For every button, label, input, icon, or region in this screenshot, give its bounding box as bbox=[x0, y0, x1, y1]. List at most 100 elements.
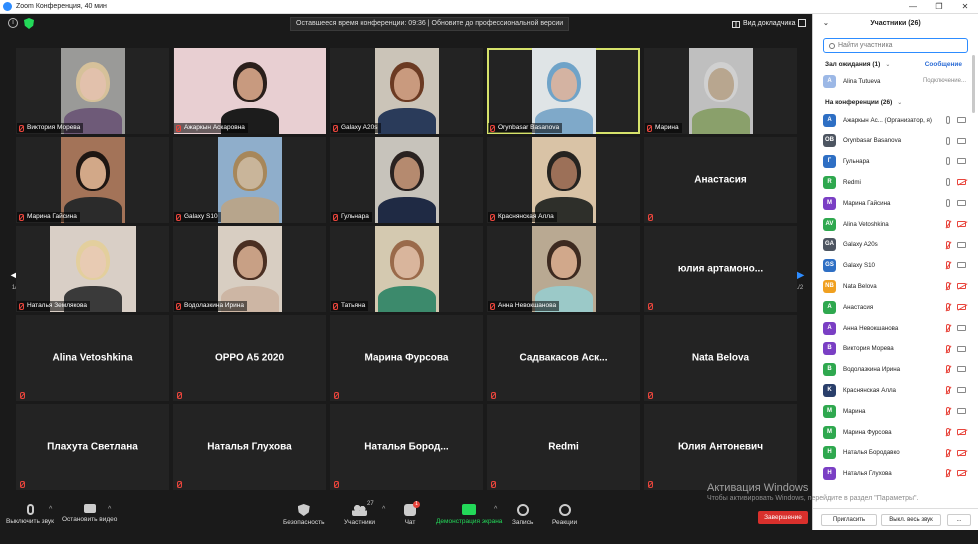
video-tile[interactable]: Марина bbox=[644, 48, 797, 134]
encryption-shield-icon[interactable] bbox=[24, 18, 34, 29]
mic-muted-icon[interactable] bbox=[946, 386, 950, 395]
video-tile[interactable]: Марина Гайсина bbox=[16, 137, 169, 223]
camera-off-icon[interactable] bbox=[957, 449, 966, 456]
participant-row[interactable]: M Марина Гайсина bbox=[813, 193, 978, 214]
participant-row[interactable]: B Водолазкина Ирина bbox=[813, 359, 978, 380]
mic-muted-icon[interactable] bbox=[946, 240, 950, 249]
participant-row[interactable]: NB Nata Belova bbox=[813, 276, 978, 297]
view-mode-button[interactable]: Вид докладчика bbox=[732, 17, 795, 31]
participant-row[interactable]: Г Гульнара bbox=[813, 151, 978, 172]
fullscreen-icon[interactable] bbox=[798, 19, 806, 27]
video-tile[interactable]: Татьяна bbox=[330, 226, 483, 312]
camera-icon[interactable] bbox=[957, 345, 966, 352]
participant-search-input[interactable]: Найти участника bbox=[823, 38, 968, 53]
panel-scrollbar[interactable] bbox=[972, 55, 975, 113]
participants-options-caret[interactable]: ^ bbox=[382, 506, 385, 513]
share-screen-button[interactable]: Демонстрация экрана bbox=[436, 504, 502, 525]
participant-row[interactable]: H Наталья Бородавко bbox=[813, 443, 978, 464]
close-button[interactable]: ✕ bbox=[952, 2, 978, 11]
participant-row[interactable]: AV Alina Vetoshkina bbox=[813, 214, 978, 235]
camera-icon[interactable] bbox=[957, 387, 966, 394]
video-tile[interactable]: Redmi bbox=[487, 404, 640, 490]
camera-icon[interactable] bbox=[957, 366, 966, 373]
more-options-button[interactable]: ... bbox=[947, 514, 971, 526]
camera-icon[interactable] bbox=[957, 407, 966, 414]
video-tile[interactable]: Виктория Морева bbox=[16, 48, 169, 134]
mic-muted-icon[interactable] bbox=[946, 406, 950, 415]
camera-icon[interactable] bbox=[957, 199, 966, 206]
participant-row[interactable]: M Марина Фурсова bbox=[813, 422, 978, 443]
camera-icon[interactable] bbox=[957, 158, 966, 165]
camera-icon[interactable] bbox=[957, 241, 966, 248]
video-tile[interactable]: Краснянская Алла bbox=[487, 137, 640, 223]
video-tile[interactable]: Наталья Землякова bbox=[16, 226, 169, 312]
waiting-participant-row[interactable]: A Alina Tutueva Подключение... bbox=[813, 71, 978, 92]
invite-button[interactable]: Пригласить bbox=[821, 514, 877, 526]
mic-muted-icon[interactable] bbox=[946, 427, 950, 436]
video-tile[interactable]: Марина Фурсова bbox=[330, 315, 483, 401]
video-tile[interactable]: Наталья Бород... bbox=[330, 404, 483, 490]
minimize-button[interactable]: — bbox=[900, 2, 926, 11]
mic-muted-icon[interactable] bbox=[946, 302, 950, 311]
microphone-icon[interactable] bbox=[946, 115, 950, 124]
participant-row[interactable]: A Анна Невокшанова bbox=[813, 318, 978, 339]
microphone-icon[interactable] bbox=[946, 157, 950, 166]
video-tile[interactable]: Galaxy S10 bbox=[173, 137, 326, 223]
reactions-button[interactable]: Реакции bbox=[552, 504, 577, 526]
waiting-message-button[interactable]: Сообщение bbox=[925, 61, 962, 68]
video-tile[interactable]: Galaxy A20s bbox=[330, 48, 483, 134]
mute-all-button[interactable]: Выкл. весь звук bbox=[881, 514, 941, 526]
participant-row[interactable]: B Виктория Морева bbox=[813, 339, 978, 360]
share-options-caret[interactable]: ^ bbox=[494, 506, 497, 513]
participant-row[interactable]: GA Galaxy A20s bbox=[813, 235, 978, 256]
camera-off-icon[interactable] bbox=[957, 179, 966, 186]
mic-muted-icon[interactable] bbox=[946, 469, 950, 478]
video-tile[interactable]: Водолазкина Ирина bbox=[173, 226, 326, 312]
video-tile[interactable]: Nata Belova bbox=[644, 315, 797, 401]
camera-icon[interactable] bbox=[957, 324, 966, 331]
camera-off-icon[interactable] bbox=[957, 303, 966, 310]
video-tile[interactable]: Плахута Светлана bbox=[16, 404, 169, 490]
end-meeting-button[interactable]: Завершение bbox=[758, 511, 808, 524]
security-button[interactable]: Безопасность bbox=[283, 504, 324, 526]
video-tile[interactable]: OPPO A5 2020 bbox=[173, 315, 326, 401]
participant-row[interactable]: M Марина bbox=[813, 401, 978, 422]
info-icon[interactable]: i bbox=[8, 18, 18, 28]
audio-options-caret[interactable]: ^ bbox=[49, 506, 52, 513]
video-tile[interactable]: Садвакасов Аск... bbox=[487, 315, 640, 401]
camera-icon[interactable] bbox=[957, 116, 966, 123]
record-button[interactable]: Запись bbox=[512, 504, 533, 526]
chat-button[interactable]: 1 Чат bbox=[404, 501, 420, 526]
video-tile[interactable]: Ажаркын Аскаровна bbox=[173, 48, 326, 134]
time-remaining-banner[interactable]: Оставшееся время конференции: 09:36 | Об… bbox=[290, 17, 570, 31]
mic-muted-icon[interactable] bbox=[946, 323, 950, 332]
participants-button[interactable]: 27 Участники bbox=[344, 501, 375, 526]
video-tile[interactable]: Гульнара bbox=[330, 137, 483, 223]
microphone-icon[interactable] bbox=[946, 136, 950, 145]
microphone-icon[interactable] bbox=[946, 178, 950, 187]
video-options-caret[interactable]: ^ bbox=[108, 506, 111, 513]
mic-muted-icon[interactable] bbox=[946, 219, 950, 228]
participant-row[interactable]: R Redmi bbox=[813, 172, 978, 193]
video-tile[interactable]: Анастасия bbox=[644, 137, 797, 223]
mute-button[interactable]: Выключить звук bbox=[6, 504, 54, 525]
maximize-button[interactable]: ❐ bbox=[926, 2, 952, 11]
microphone-icon[interactable] bbox=[946, 198, 950, 207]
waiting-room-header[interactable]: Зал ожидания (1) ⌄ Сообщение bbox=[813, 57, 978, 71]
video-tile[interactable]: юлия артамоно... bbox=[644, 226, 797, 312]
participant-row[interactable]: OB Orynbasar Basanova bbox=[813, 131, 978, 152]
participant-row[interactable]: GS Galaxy S10 bbox=[813, 255, 978, 276]
camera-off-icon[interactable] bbox=[957, 470, 966, 477]
chevron-down-icon[interactable]: ⌄ bbox=[823, 14, 829, 34]
participant-row[interactable]: A Анастасия bbox=[813, 297, 978, 318]
participant-row[interactable]: A Ажаркын Ас... (Организатор, я) bbox=[813, 110, 978, 131]
mic-muted-icon[interactable] bbox=[946, 282, 950, 291]
video-tile[interactable]: Анна Невокшанова bbox=[487, 226, 640, 312]
mic-muted-icon[interactable] bbox=[946, 344, 950, 353]
video-tile[interactable]: Юлия Антоневич bbox=[644, 404, 797, 490]
video-tile[interactable]: Orynbasar Basanova bbox=[487, 48, 640, 134]
camera-icon[interactable] bbox=[957, 262, 966, 269]
in-meeting-header[interactable]: На конференции (26) ⌄ bbox=[813, 96, 978, 110]
participant-row[interactable]: K Краснянская Алла bbox=[813, 380, 978, 401]
camera-off-icon[interactable] bbox=[957, 428, 966, 435]
